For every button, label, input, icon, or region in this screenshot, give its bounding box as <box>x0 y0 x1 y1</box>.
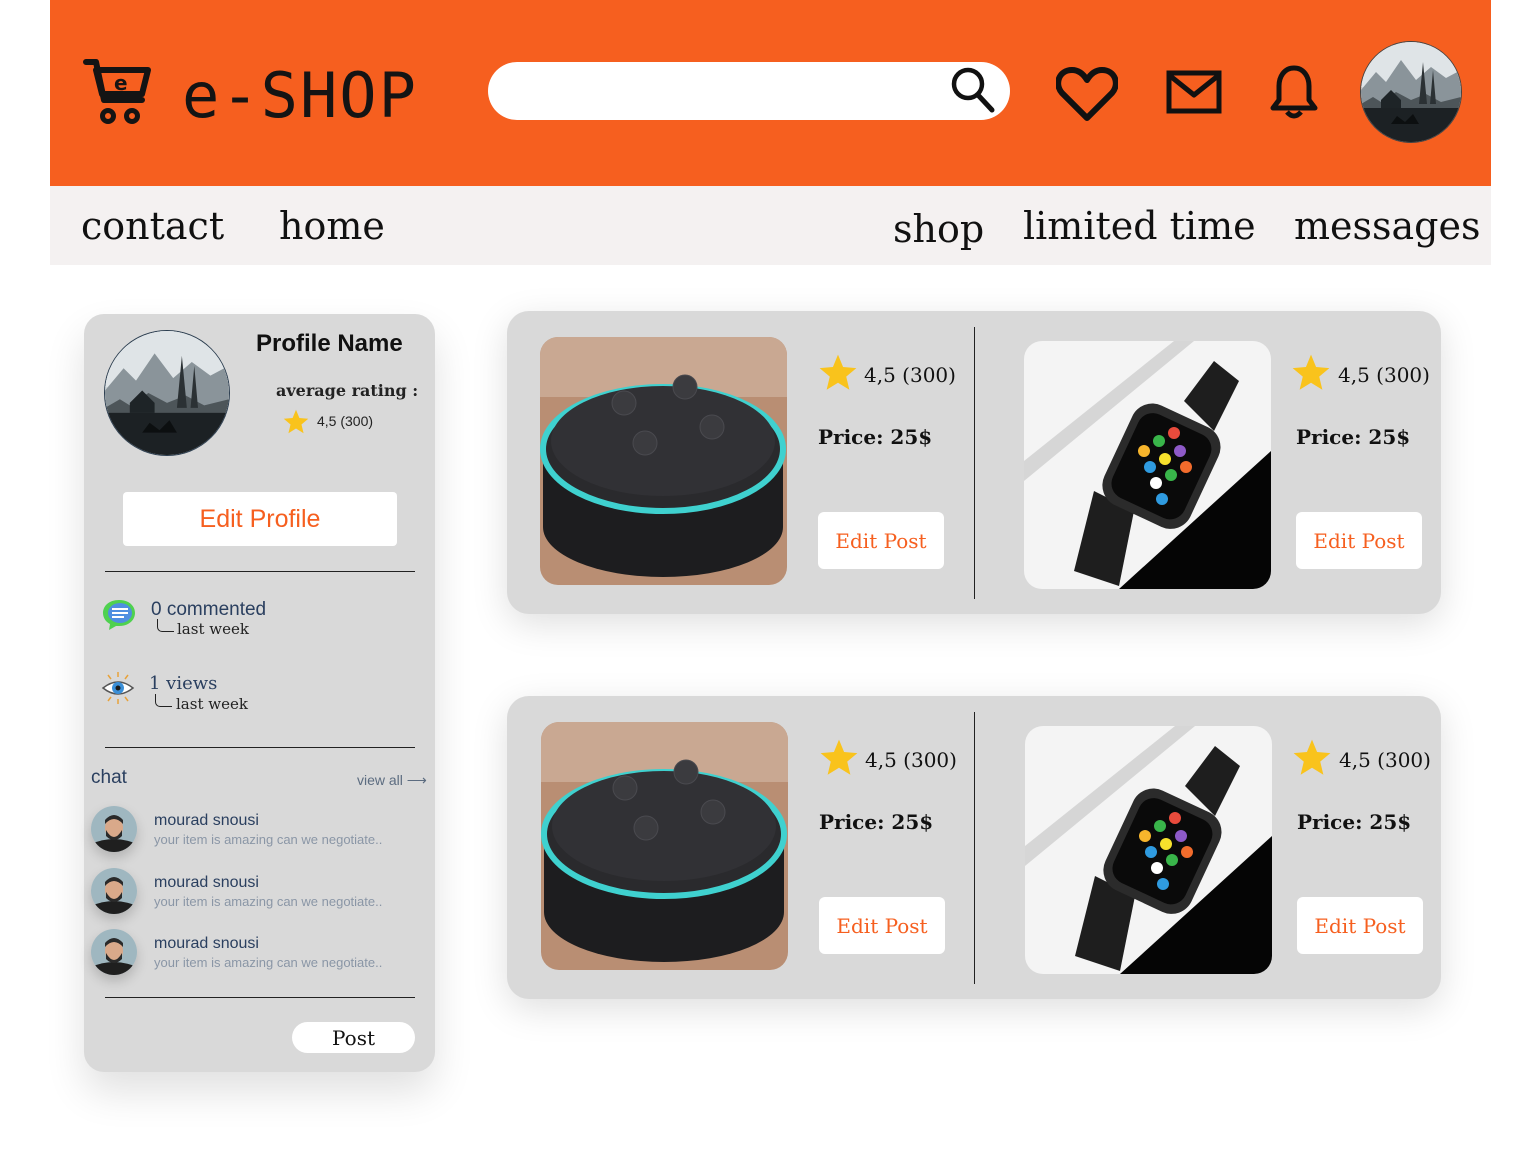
product-rating: 4,5 (300) <box>864 363 956 387</box>
cart-logo-icon[interactable]: e <box>82 56 154 128</box>
chat-avatar[interactable] <box>91 868 137 914</box>
product-rating: 4,5 (300) <box>1338 363 1430 387</box>
stat-hook <box>155 694 172 707</box>
product-rating: 4,5 (300) <box>865 748 957 772</box>
stat-views-period: last week <box>176 695 248 713</box>
chat-sender-name[interactable]: mourad snousi <box>154 935 259 953</box>
divider <box>105 997 415 998</box>
mail-icon[interactable] <box>1166 70 1222 114</box>
star-icon <box>817 352 859 394</box>
search-input[interactable] <box>512 62 946 122</box>
nav-contact[interactable]: contact <box>81 200 224 252</box>
average-rating-label: average rating : <box>276 381 419 400</box>
chat-avatar[interactable] <box>91 929 137 975</box>
stat-hook <box>157 619 174 632</box>
nav-home[interactable]: home <box>279 200 385 252</box>
profile-avatar <box>104 330 230 456</box>
product-image-speaker[interactable] <box>540 337 787 585</box>
chat-message-preview[interactable]: your item is amazing can we negotiate.. <box>154 832 382 847</box>
bell-icon[interactable] <box>1270 64 1318 120</box>
brand-name[interactable]: e-SHOP <box>182 58 418 134</box>
product-rating: 4,5 (300) <box>1339 748 1431 772</box>
product-price: Price: 25$ <box>818 425 933 449</box>
post-button[interactable]: Post <box>292 1022 415 1053</box>
edit-profile-button[interactable]: Edit Profile <box>123 492 397 546</box>
product-price: Price: 25$ <box>1297 810 1412 834</box>
divider <box>105 571 415 572</box>
nav-messages[interactable]: messages <box>1294 200 1481 252</box>
nav-shop[interactable]: shop <box>893 203 984 255</box>
chat-sender-name[interactable]: mourad snousi <box>154 874 259 892</box>
heart-icon[interactable] <box>1056 66 1118 122</box>
row-divider <box>974 327 975 599</box>
product-price: Price: 25$ <box>819 810 934 834</box>
product-image-speaker[interactable] <box>541 722 788 970</box>
profile-name: Profile Name <box>256 330 403 357</box>
star-icon <box>1291 737 1333 779</box>
search-icon[interactable] <box>950 66 996 114</box>
comment-icon <box>103 600 135 630</box>
row-divider <box>974 712 975 984</box>
view-all-link[interactable]: view all ⟶ <box>357 772 427 789</box>
stat-views: 1 views <box>149 673 218 694</box>
svg-text:e: e <box>114 71 128 95</box>
stat-comments-period: last week <box>177 620 249 638</box>
nav-bar <box>50 186 1491 265</box>
chat-message-preview[interactable]: your item is amazing can we negotiate.. <box>154 955 382 970</box>
edit-post-button[interactable]: Edit Post <box>819 897 945 954</box>
product-price: Price: 25$ <box>1296 425 1411 449</box>
edit-post-button[interactable]: Edit Post <box>1296 512 1422 569</box>
product-image-watch[interactable] <box>1024 341 1271 589</box>
chat-message-preview[interactable]: your item is amazing can we negotiate.. <box>154 894 382 909</box>
chat-avatar[interactable] <box>91 806 137 852</box>
edit-post-button[interactable]: Edit Post <box>818 512 944 569</box>
eye-icon <box>101 672 135 704</box>
chat-title: chat <box>91 767 127 788</box>
search-bar[interactable] <box>488 62 1010 122</box>
star-icon <box>1290 352 1332 394</box>
star-icon <box>282 408 310 436</box>
divider <box>105 747 415 748</box>
nav-limited-time[interactable]: limited time <box>1023 200 1256 252</box>
product-image-watch[interactable] <box>1025 726 1272 974</box>
edit-post-button[interactable]: Edit Post <box>1297 897 1423 954</box>
profile-rating: 4,5 (300) <box>317 413 374 429</box>
user-avatar[interactable] <box>1360 41 1462 143</box>
chat-sender-name[interactable]: mourad snousi <box>154 812 259 830</box>
star-icon <box>818 737 860 779</box>
stat-comments: 0 commented <box>151 599 267 620</box>
